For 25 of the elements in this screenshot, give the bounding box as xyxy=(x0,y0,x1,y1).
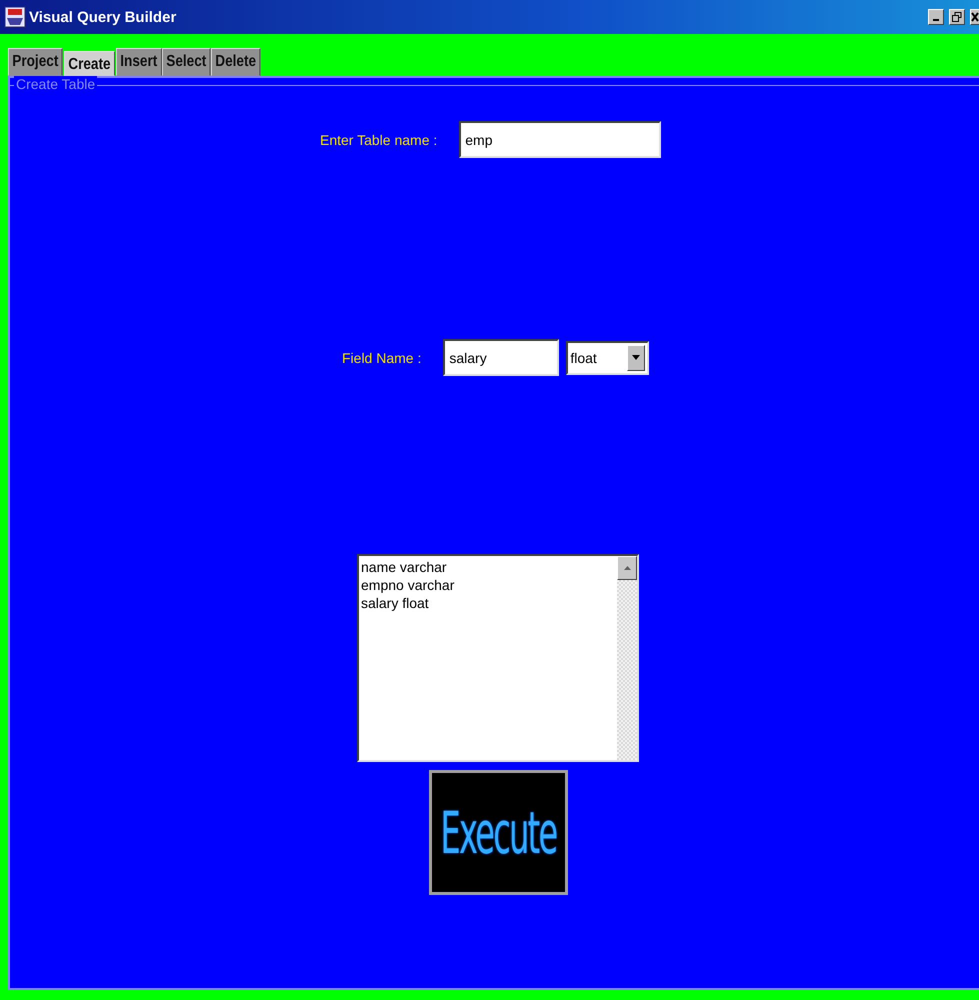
list-item[interactable]: salary float xyxy=(361,595,615,611)
tab[interactable]: Create xyxy=(64,51,116,76)
minimize-button[interactable] xyxy=(928,9,944,25)
tab[interactable]: Insert xyxy=(116,48,162,76)
tab[interactable]: Delete xyxy=(210,48,260,76)
field-label: Field Name : xyxy=(342,350,422,366)
list-item[interactable]: empno varchar xyxy=(361,577,615,593)
list-item[interactable]: name varchar xyxy=(361,559,615,575)
close-button[interactable] xyxy=(970,9,979,25)
restore-icon xyxy=(952,12,962,22)
field-name-input[interactable]: salary xyxy=(443,339,560,376)
up-arrow-icon xyxy=(624,566,630,570)
field-label: Enter Table name : xyxy=(320,132,438,148)
close-icon xyxy=(971,12,979,22)
execute-button[interactable]: Execute xyxy=(429,770,568,895)
tab[interactable]: Select xyxy=(162,48,210,76)
window-title: Visual Query Builder xyxy=(29,8,176,26)
app-icon xyxy=(4,6,26,28)
scroll-up-button[interactable] xyxy=(617,556,637,580)
caret-icon xyxy=(632,355,640,360)
type-dropdown[interactable]: float xyxy=(566,340,650,374)
table-name-field[interactable]: emp xyxy=(459,121,662,158)
tab[interactable]: Project xyxy=(8,48,63,76)
maximize-button[interactable] xyxy=(949,9,965,25)
panel-title: Create Table xyxy=(14,76,98,92)
